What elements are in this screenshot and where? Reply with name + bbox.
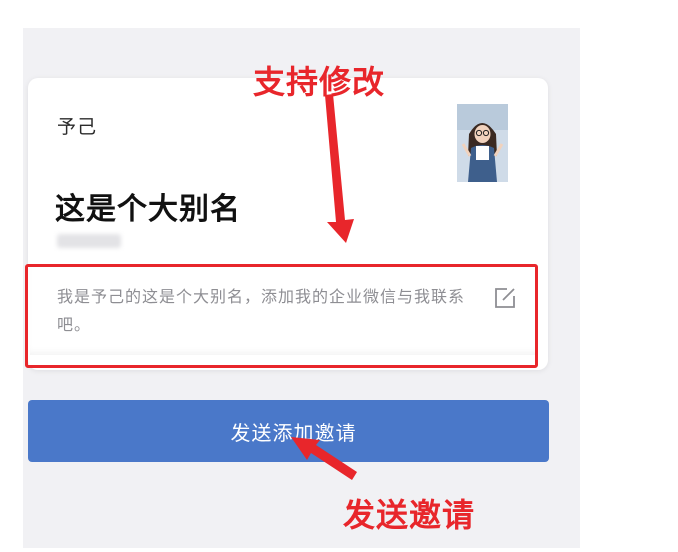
- send-invite-button-label: 发送添加邀请: [230, 422, 357, 445]
- avatar: [457, 104, 508, 182]
- alias-heading: 这是个大别名: [55, 192, 241, 227]
- annotation-highlight-box: [25, 264, 538, 368]
- username-label: 予己: [57, 116, 98, 138]
- annotation-edit-label: 支持修改: [253, 63, 386, 101]
- blurred-info: [57, 234, 121, 248]
- send-invite-button[interactable]: 发送添加邀请: [28, 400, 549, 462]
- avatar-photo: [457, 104, 508, 182]
- annotation-send-label: 发送邀请: [343, 496, 476, 534]
- screenshot-stage: 予己 这是个大别名 我是予己的这是个大别名，添加我的企业微信与我联系吧。 发送添…: [0, 0, 678, 552]
